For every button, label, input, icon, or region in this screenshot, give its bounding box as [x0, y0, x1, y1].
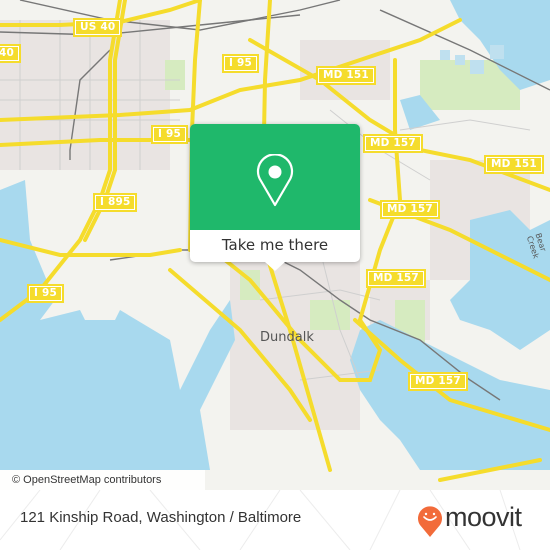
take-me-there-button[interactable]: Take me there	[190, 230, 360, 262]
place-label-dundalk: Dundalk	[260, 330, 314, 345]
moovit-pin-icon	[418, 506, 442, 537]
attribution-text: © OpenStreetMap contributors	[12, 474, 162, 486]
popup-pointer	[265, 262, 285, 271]
footer-bar: 121 Kinship Road, Washington / Baltimore…	[0, 490, 550, 550]
road-shield-md151-east: MD 151	[484, 155, 544, 174]
road-shield-md157-center: MD 157	[380, 200, 440, 219]
map-attribution[interactable]: © OpenStreetMap contributors	[0, 470, 205, 490]
road-shield-us40: US 40	[73, 18, 123, 37]
address-text: 121 Kinship Road, Washington / Baltimore	[20, 509, 302, 526]
road-shield-md157-north: MD 157	[363, 134, 423, 153]
road-shield-us40-west: 40	[0, 44, 22, 63]
popup-header	[190, 124, 360, 230]
map-view[interactable]: US 40 40 I 95 MD 151 I 95 MD 157 MD 151 …	[0, 0, 550, 490]
road-shield-md157-east: MD 157	[408, 372, 468, 391]
location-pin-icon	[256, 154, 294, 207]
moovit-wordmark: moovit	[445, 502, 522, 532]
road-shield-md157-south: MD 157	[366, 269, 426, 288]
road-shield-i895: I 895	[93, 193, 138, 212]
road-shield-md151-north: MD 151	[316, 66, 376, 85]
destination-popup: Take me there	[190, 124, 360, 271]
road-shield-i95-south: I 95	[27, 284, 64, 303]
road-shield-i95-center: I 95	[151, 125, 188, 144]
road-shield-i95-north: I 95	[222, 54, 259, 73]
